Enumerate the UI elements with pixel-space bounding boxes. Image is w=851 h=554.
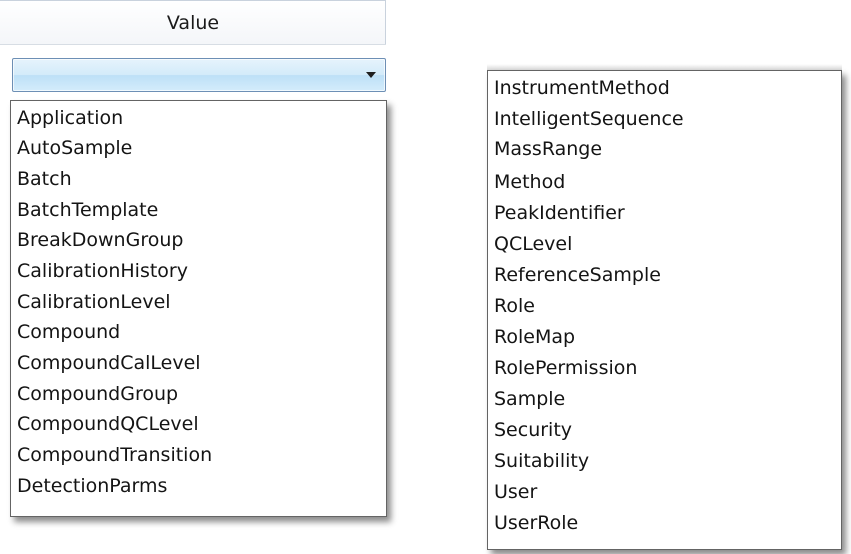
list-item[interactable]: Sample — [494, 385, 565, 414]
value-column-panel: Value Application AutoSample Batch Batch… — [0, 0, 388, 520]
list-item[interactable]: CompoundCalLevel — [17, 349, 201, 378]
list-item[interactable]: CompoundQCLevel — [17, 410, 199, 439]
list-item[interactable]: CompoundGroup — [17, 380, 178, 409]
list-item[interactable]: CalibrationLevel — [17, 288, 171, 317]
list-item[interactable]: AutoSample — [17, 134, 132, 163]
list-item[interactable]: IntelligentSequence — [494, 105, 684, 134]
list-item[interactable]: Compound — [17, 318, 120, 347]
list-item[interactable]: Role — [494, 292, 535, 321]
list-item[interactable]: ReferenceSample — [494, 261, 661, 290]
list-item[interactable]: Suitability — [494, 447, 589, 476]
column-header-label: Value — [166, 12, 220, 34]
list-item[interactable]: CompoundTransition — [17, 441, 212, 470]
chevron-down-icon[interactable] — [366, 72, 376, 78]
list-item[interactable]: DetectionParms — [17, 472, 167, 501]
list-item[interactable]: BatchTemplate — [17, 196, 158, 225]
list-item[interactable]: RoleMap — [494, 323, 575, 352]
list-item[interactable]: Batch — [17, 165, 72, 194]
dropdown-list-left[interactable]: Application AutoSample Batch BatchTempla… — [10, 100, 387, 517]
list-item[interactable]: CalibrationHistory — [17, 257, 188, 286]
list-item[interactable]: PeakIdentifier — [494, 199, 625, 228]
dropdown-list-right[interactable]: InstrumentMethod IntelligentSequence Mas… — [487, 70, 842, 550]
list-item[interactable]: QCLevel — [494, 230, 572, 259]
list-item[interactable]: InstrumentMethod — [494, 74, 670, 103]
list-item[interactable]: RolePermission — [494, 354, 637, 383]
list-item[interactable]: Security — [494, 416, 572, 445]
list-item[interactable]: MassRange — [494, 135, 602, 164]
list-item[interactable]: User — [494, 478, 537, 507]
list-item[interactable]: Method — [494, 168, 565, 197]
list-item[interactable]: Application — [17, 104, 123, 133]
list-item[interactable]: UserRole — [494, 509, 578, 538]
column-header[interactable]: Value — [0, 0, 386, 44]
list-item[interactable]: BreakDownGroup — [17, 226, 183, 255]
screenshot-stage: Value Application AutoSample Batch Batch… — [0, 0, 851, 554]
header-divider — [0, 44, 386, 45]
value-combobox[interactable] — [12, 58, 386, 92]
